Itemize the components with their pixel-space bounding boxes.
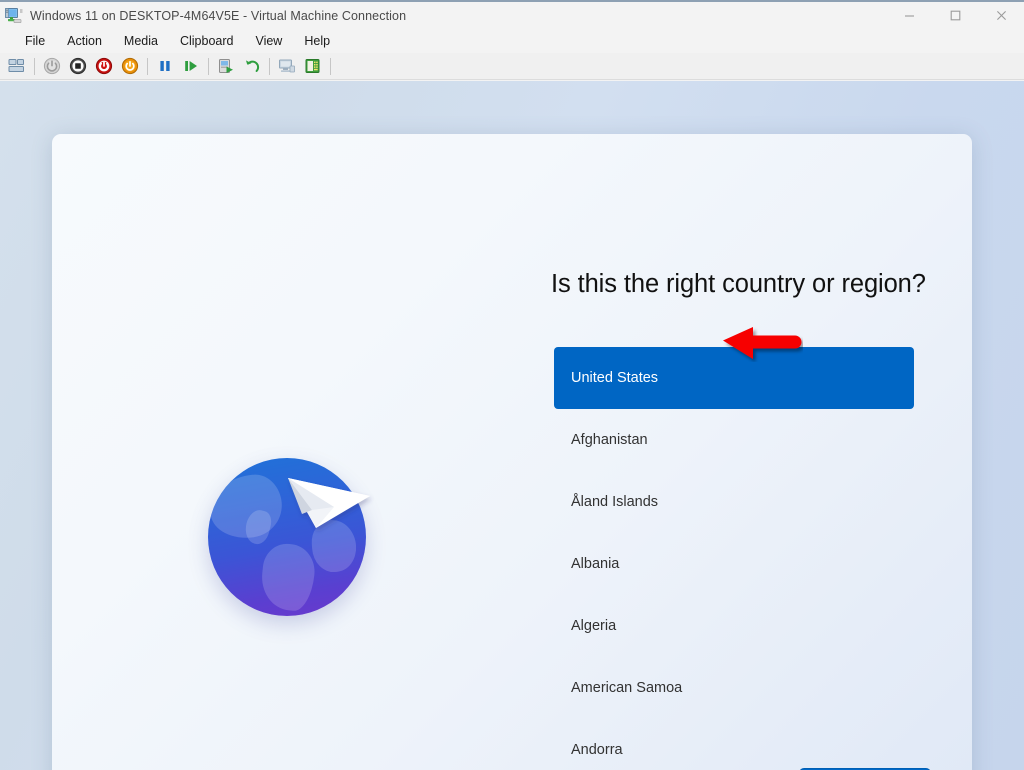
- menu-item-media[interactable]: Media: [113, 32, 169, 50]
- country-option-andorra[interactable]: Andorra: [554, 719, 914, 770]
- start-icon[interactable]: [40, 54, 64, 78]
- globe-with-paper-plane-icon: [200, 452, 376, 628]
- toolbar-separator: [147, 57, 148, 75]
- toolbar: [0, 53, 1024, 80]
- turn-off-icon[interactable]: [66, 54, 90, 78]
- save-state-icon[interactable]: [118, 54, 142, 78]
- country-option-albania[interactable]: Albania: [554, 533, 914, 595]
- country-label: Algeria: [571, 618, 617, 634]
- window-titlebar[interactable]: Windows 11 on DESKTOP-4M64V5E - Virtual …: [0, 2, 1024, 29]
- menubar: File Action Media Clipboard View Help: [0, 29, 1024, 53]
- country-option-united-states[interactable]: United States: [554, 347, 914, 409]
- oobe-card: Is this the right country or region? Uni…: [52, 134, 972, 770]
- country-label: Afghanistan: [571, 432, 648, 448]
- ctrl-alt-delete-icon[interactable]: [5, 54, 29, 78]
- menu-item-help[interactable]: Help: [293, 32, 341, 50]
- virtual-machine-connection-window: Windows 11 on DESKTOP-4M64V5E - Virtual …: [0, 0, 1024, 770]
- maximize-button[interactable]: [932, 2, 978, 29]
- country-option-aland-islands[interactable]: Åland Islands: [554, 471, 914, 533]
- paper-plane-icon: [288, 478, 370, 528]
- checkpoint-icon[interactable]: [214, 54, 238, 78]
- country-list[interactable]: United States Afghanistan Åland Islands …: [554, 347, 914, 770]
- settings-icon[interactable]: [301, 54, 325, 78]
- country-label: Andorra: [571, 742, 623, 758]
- country-option-american-samoa[interactable]: American Samoa: [554, 657, 914, 719]
- vm-viewport[interactable]: Is this the right country or region? Uni…: [0, 81, 1024, 770]
- virtual-machine-icon: [5, 7, 23, 24]
- window-title: Windows 11 on DESKTOP-4M64V5E - Virtual …: [30, 8, 407, 23]
- menu-item-view[interactable]: View: [244, 32, 293, 50]
- country-option-afghanistan[interactable]: Afghanistan: [554, 409, 914, 471]
- menu-item-action[interactable]: Action: [56, 32, 113, 50]
- revert-icon[interactable]: [240, 54, 264, 78]
- toolbar-separator: [330, 57, 331, 75]
- page-title: Is this the right country or region?: [551, 270, 926, 298]
- menu-item-clipboard[interactable]: Clipboard: [169, 32, 245, 50]
- toolbar-separator: [208, 57, 209, 75]
- country-label: Albania: [571, 556, 620, 572]
- enhanced-session-icon[interactable]: [275, 54, 299, 78]
- shut-down-icon[interactable]: [92, 54, 116, 78]
- country-label: Åland Islands: [571, 494, 659, 510]
- country-label: United States: [571, 370, 659, 386]
- globe-landmass: [258, 541, 318, 613]
- pause-icon[interactable]: [153, 54, 177, 78]
- resume-icon[interactable]: [179, 54, 203, 78]
- toolbar-separator: [269, 57, 270, 75]
- menu-item-file[interactable]: File: [14, 32, 56, 50]
- minimize-button[interactable]: [886, 2, 932, 29]
- minimize-icon: [904, 15, 914, 17]
- toolbar-separator: [34, 57, 35, 75]
- maximize-icon: [950, 10, 960, 21]
- country-label: American Samoa: [571, 680, 683, 696]
- close-icon: [996, 11, 1006, 20]
- country-option-algeria[interactable]: Algeria: [554, 595, 914, 657]
- close-button[interactable]: [978, 2, 1024, 29]
